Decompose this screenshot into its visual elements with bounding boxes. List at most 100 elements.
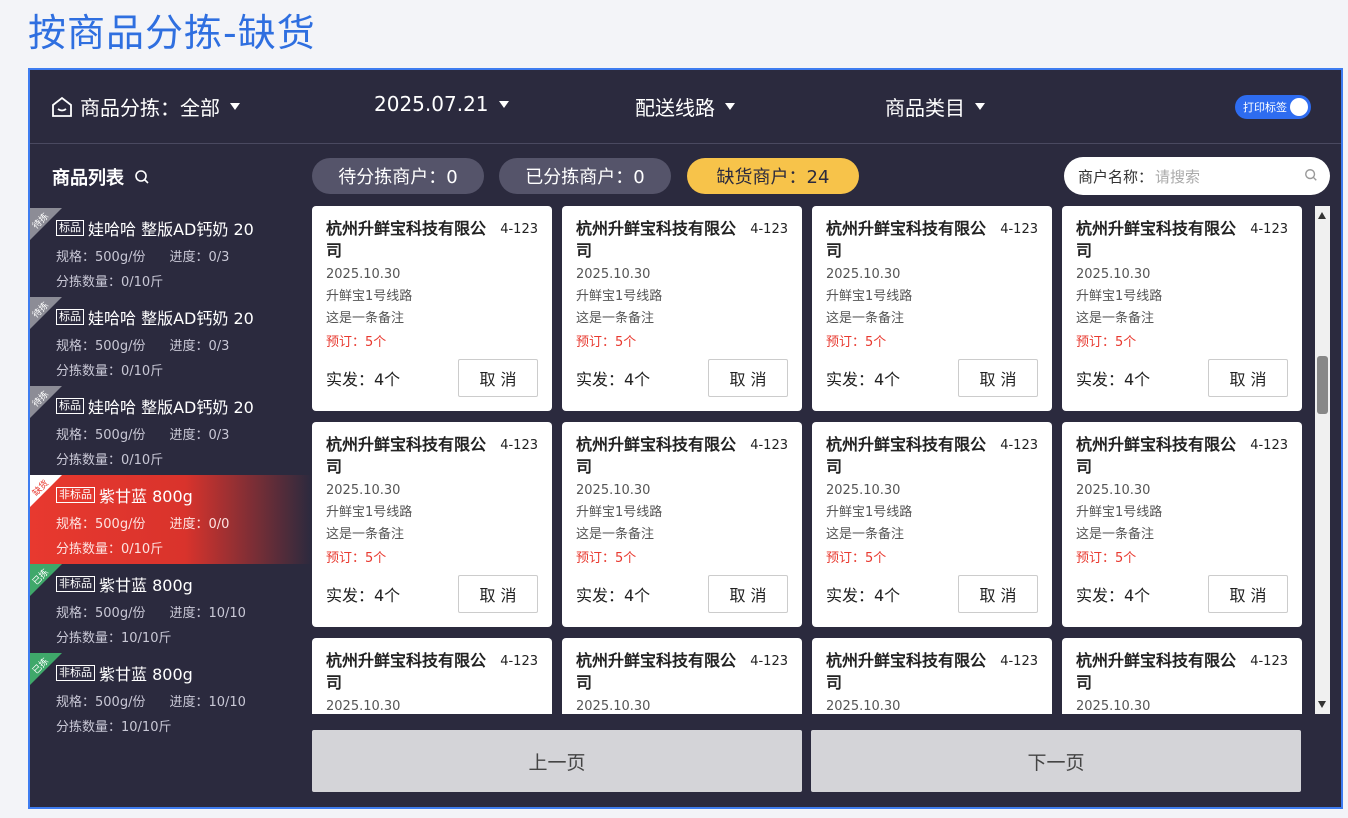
merchant-card[interactable]: 杭州升鲜宝科技有限公司 4-123 2025.10.30 升鲜宝1号线路 这是一… — [812, 422, 1052, 627]
product-name-row: 标品 娃哈哈 整版AD钙奶 20 — [56, 216, 312, 240]
card-header: 杭州升鲜宝科技有限公司 4-123 — [1076, 218, 1288, 262]
product-name-row: 标品 娃哈哈 整版AD钙奶 20 — [56, 305, 312, 329]
product-spec: 规格：500g/份 — [56, 517, 146, 532]
merchant-card[interactable]: 杭州升鲜宝科技有限公司 4-123 2025.10.30 升鲜宝1号线路 这是一… — [312, 638, 552, 714]
scroll-thumb[interactable] — [1317, 356, 1328, 414]
filter-short[interactable]: 缺货商户：24 — [687, 158, 859, 194]
next-page-button[interactable]: 下一页 — [811, 730, 1301, 792]
product-name: 娃哈哈 整版AD钙奶 20 — [88, 398, 254, 417]
scroll-down-arrow[interactable] — [1318, 701, 1326, 708]
product-spec: 规格：500g/份 — [56, 250, 146, 265]
merchant-code: 4-123 — [1000, 654, 1038, 669]
ordered-qty: 预订：5个 — [326, 551, 387, 566]
product-meta: 规格：500g/份 进度：0/3 — [56, 424, 312, 443]
sort-filter-dropdown[interactable]: 商品分拣：全部 — [50, 92, 240, 121]
product-item[interactable]: 缺货 非标品 紫甘蓝 800g 规格：500g/份 进度：0/0 分拣数量：0/1… — [30, 475, 312, 564]
ordered-qty: 预订：5个 — [1076, 551, 1137, 566]
merchant-name: 杭州升鲜宝科技有限公司 — [326, 651, 487, 692]
shipped-qty: 实发：4个 — [576, 370, 651, 389]
merchant-code: 4-123 — [1250, 438, 1288, 453]
merchant-card[interactable]: 杭州升鲜宝科技有限公司 4-123 2025.10.30 升鲜宝1号线路 这是一… — [1062, 638, 1302, 714]
card-header: 杭州升鲜宝科技有限公司 4-123 — [826, 650, 1038, 694]
card-header: 杭州升鲜宝科技有限公司 4-123 — [1076, 650, 1288, 694]
sort-filter-label: 商品分拣：全部 — [80, 96, 220, 120]
print-label-toggle[interactable]: 打印标签 — [1235, 95, 1311, 119]
search-input[interactable]: 请搜索 — [1155, 166, 1200, 187]
merchant-name: 杭州升鲜宝科技有限公司 — [576, 219, 737, 260]
product-item[interactable]: 待拣 标品 娃哈哈 整版AD钙奶 20 规格：500g/份 进度：0/3 分拣数量… — [30, 297, 312, 386]
order-date: 2025.10.30 — [576, 267, 651, 282]
product-spec: 规格：500g/份 — [56, 606, 146, 621]
product-progress: 进度：10/10 — [169, 606, 246, 621]
order-note: 这是一条备注 — [1076, 527, 1155, 542]
product-item[interactable]: 待拣 标品 娃哈哈 整版AD钙奶 20 规格：500g/份 进度：0/3 分拣数量… — [30, 386, 312, 475]
delivery-route: 升鲜宝1号线路 — [826, 289, 913, 304]
merchant-card[interactable]: 杭州升鲜宝科技有限公司 4-123 2025.10.30 升鲜宝1号线路 这是一… — [1062, 422, 1302, 627]
shipped-qty: 实发：4个 — [826, 586, 901, 605]
merchant-search[interactable]: 商户名称： 请搜索 — [1064, 157, 1330, 195]
merchant-card[interactable]: 杭州升鲜宝科技有限公司 4-123 2025.10.30 升鲜宝1号线路 这是一… — [812, 638, 1052, 714]
product-name: 娃哈哈 整版AD钙奶 20 — [88, 309, 254, 328]
merchant-card[interactable]: 杭州升鲜宝科技有限公司 4-123 2025.10.30 升鲜宝1号线路 这是一… — [312, 422, 552, 627]
product-meta: 规格：500g/份 进度：0/0 — [56, 513, 312, 532]
filter-done[interactable]: 已分拣商户：0 — [499, 158, 671, 194]
shipped-qty: 实发：4个 — [326, 586, 401, 605]
card-header: 杭州升鲜宝科技有限公司 4-123 — [576, 650, 788, 694]
merchant-name: 杭州升鲜宝科技有限公司 — [826, 651, 987, 692]
merchant-card[interactable]: 杭州升鲜宝科技有限公司 4-123 2025.10.30 升鲜宝1号线路 这是一… — [1062, 206, 1302, 411]
scroll-up-arrow[interactable] — [1318, 212, 1326, 219]
cancel-button[interactable]: 取 消 — [958, 575, 1038, 613]
sorting-panel: 商品分拣：全部 2025.07.21 配送线路 商品类目 打印标签 商品列表 待… — [28, 68, 1343, 809]
order-date: 2025.10.30 — [826, 483, 901, 498]
cancel-button[interactable]: 取 消 — [458, 575, 538, 613]
cancel-button[interactable]: 取 消 — [708, 359, 788, 397]
order-date: 2025.10.30 — [326, 483, 401, 498]
card-footer: 实发：4个 取 消 — [326, 575, 538, 613]
order-date: 2025.10.30 — [576, 699, 651, 714]
order-note: 这是一条备注 — [826, 311, 905, 326]
order-date: 2025.10.30 — [576, 483, 651, 498]
product-item[interactable]: 已拣 非标品 紫甘蓝 800g 规格：500g/份 进度：10/10 分拣数量：1… — [30, 653, 312, 742]
cancel-button[interactable]: 取 消 — [958, 359, 1038, 397]
card-header: 杭州升鲜宝科技有限公司 4-123 — [326, 434, 538, 478]
merchant-card[interactable]: 杭州升鲜宝科技有限公司 4-123 2025.10.30 升鲜宝1号线路 这是一… — [312, 206, 552, 411]
route-dropdown[interactable]: 配送线路 — [635, 92, 735, 121]
page-title: 按商品分拣-缺货 — [28, 11, 316, 55]
merchant-name: 杭州升鲜宝科技有限公司 — [1076, 651, 1237, 692]
cancel-button[interactable]: 取 消 — [458, 359, 538, 397]
chevron-down-icon — [975, 103, 985, 110]
product-name-row: 非标品 紫甘蓝 800g — [56, 661, 312, 685]
merchant-card[interactable]: 杭州升鲜宝科技有限公司 4-123 2025.10.30 升鲜宝1号线路 这是一… — [562, 638, 802, 714]
order-date: 2025.10.30 — [326, 699, 401, 714]
product-progress: 进度：0/3 — [169, 428, 230, 443]
merchant-card[interactable]: 杭州升鲜宝科技有限公司 4-123 2025.10.30 升鲜宝1号线路 这是一… — [562, 422, 802, 627]
merchant-name: 杭州升鲜宝科技有限公司 — [826, 219, 987, 260]
category-dropdown[interactable]: 商品类目 — [885, 92, 985, 121]
merchant-name: 杭州升鲜宝科技有限公司 — [1076, 435, 1237, 476]
merchant-card[interactable]: 杭州升鲜宝科技有限公司 4-123 2025.10.30 升鲜宝1号线路 这是一… — [812, 206, 1052, 411]
product-name: 娃哈哈 整版AD钙奶 20 — [88, 220, 254, 239]
merchant-code: 4-123 — [500, 654, 538, 669]
delivery-route: 升鲜宝1号线路 — [326, 505, 413, 520]
cancel-button[interactable]: 取 消 — [1208, 575, 1288, 613]
order-note: 这是一条备注 — [576, 311, 655, 326]
merchant-code: 4-123 — [1000, 438, 1038, 453]
search-icon[interactable] — [134, 169, 150, 185]
product-list-title: 商品列表 — [52, 168, 124, 189]
prev-page-button[interactable]: 上一页 — [312, 730, 802, 792]
merchant-card[interactable]: 杭州升鲜宝科技有限公司 4-123 2025.10.30 升鲜宝1号线路 这是一… — [562, 206, 802, 411]
order-note: 这是一条备注 — [1076, 311, 1155, 326]
product-item[interactable]: 待拣 标品 娃哈哈 整版AD钙奶 20 规格：500g/份 进度：0/3 分拣数量… — [30, 208, 312, 297]
product-qty: 分拣数量：0/10斤 — [56, 542, 164, 557]
product-name: 紫甘蓝 800g — [99, 487, 193, 506]
product-progress: 进度：0/0 — [169, 517, 230, 532]
cancel-button[interactable]: 取 消 — [1208, 359, 1288, 397]
filter-pending[interactable]: 待分拣商户：0 — [312, 158, 484, 194]
date-dropdown[interactable]: 2025.07.21 — [374, 92, 509, 116]
scrollbar[interactable] — [1315, 206, 1330, 714]
product-item[interactable]: 已拣 非标品 紫甘蓝 800g 规格：500g/份 进度：10/10 分拣数量：1… — [30, 564, 312, 653]
cancel-button[interactable]: 取 消 — [708, 575, 788, 613]
search-icon[interactable] — [1304, 168, 1318, 182]
merchant-code: 4-123 — [1000, 222, 1038, 237]
card-footer: 实发：4个 取 消 — [576, 359, 788, 397]
